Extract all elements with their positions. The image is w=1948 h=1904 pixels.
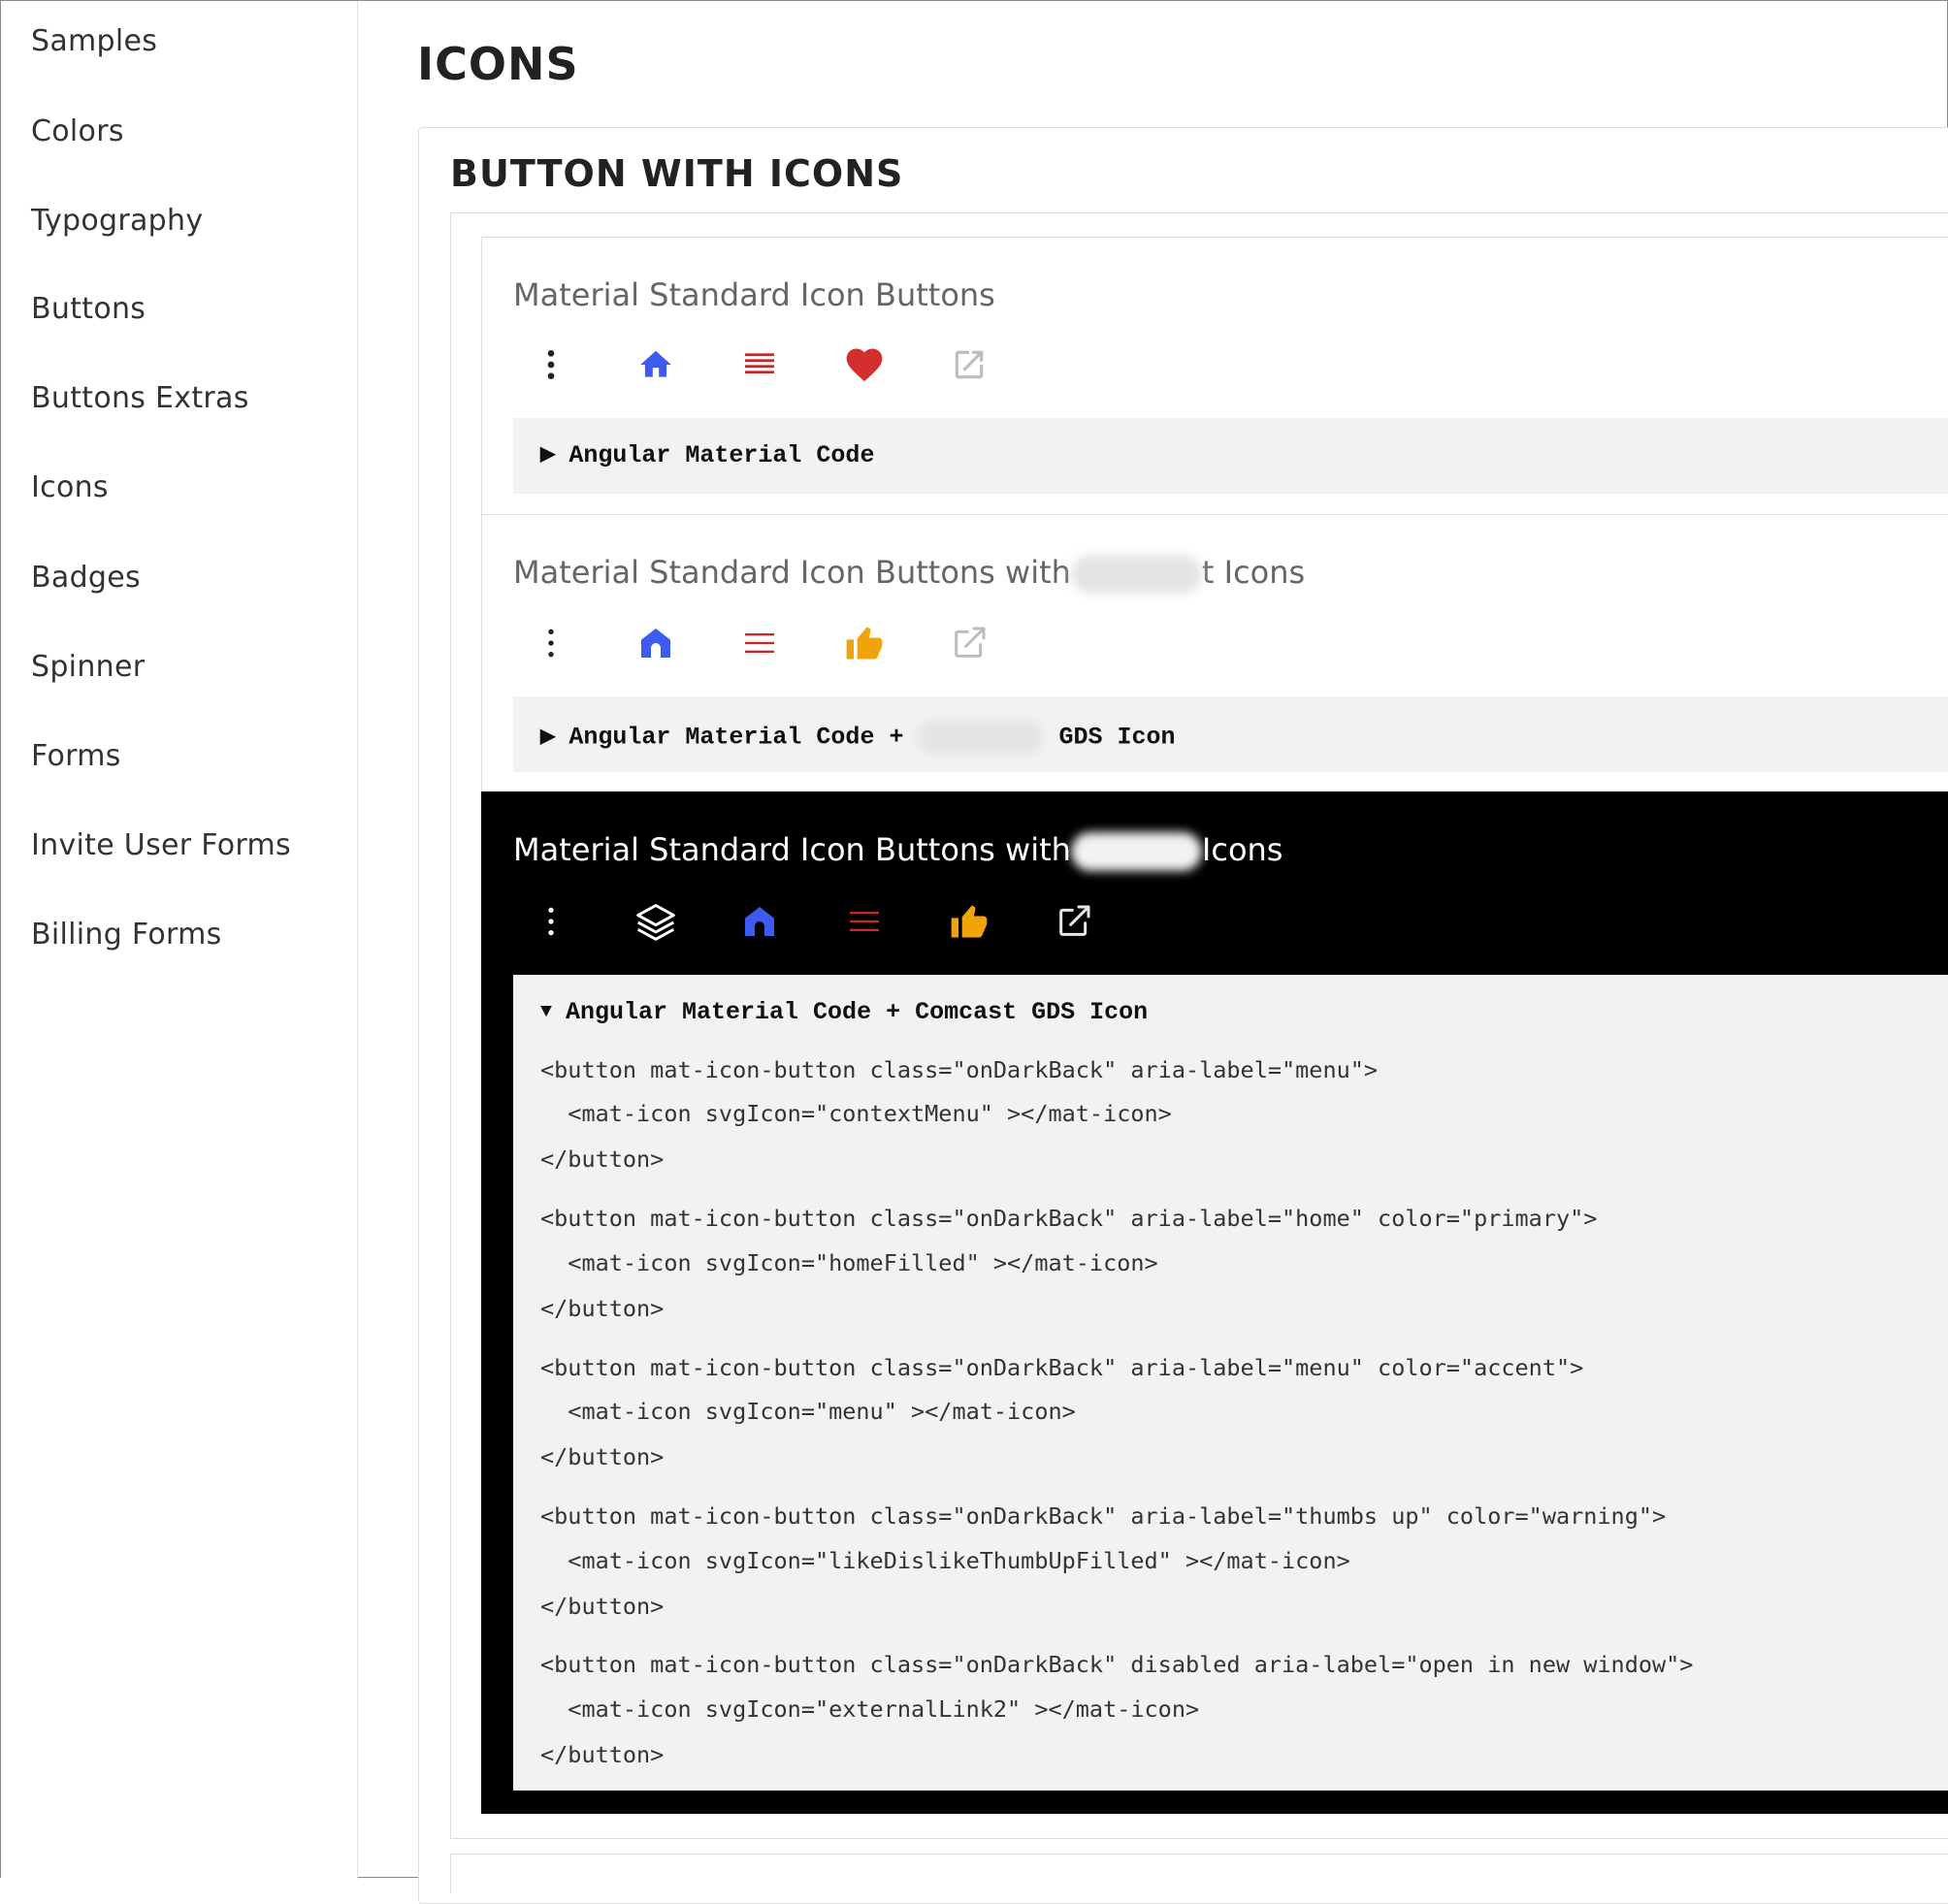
- open-in-new-button[interactable]: [1047, 894, 1101, 949]
- menu-button[interactable]: [837, 894, 892, 949]
- code-summary-toggle[interactable]: ▶ Angular Material Code: [540, 441, 874, 469]
- example-title-end: t Icons: [1201, 554, 1306, 591]
- sidebar-item-typography[interactable]: Typography: [31, 204, 203, 238]
- example-title: Material Standard Icon Buttons with t Ico…: [513, 554, 1305, 594]
- example-title-end: Icons: [1201, 831, 1283, 868]
- code-details-collapsed: ▶ Angular Material Code: [513, 418, 1948, 494]
- thumbs-up-icon: [951, 905, 988, 938]
- page-title: ICONS: [417, 38, 579, 90]
- next-examples-container: [450, 1854, 1948, 1893]
- more-vertical-icon: [548, 629, 554, 658]
- sidebar-item-buttons-extras[interactable]: Buttons Extras: [31, 381, 249, 415]
- code-line: <mat-icon svgIcon="contextMenu" ></mat-i…: [540, 1100, 1172, 1127]
- code-line: <mat-icon svgIcon="externalLink2" ></mat…: [540, 1695, 1200, 1723]
- example-dark-gds-icon-buttons: Material Standard Icon Buttons with Icons…: [481, 791, 1948, 1814]
- more-button[interactable]: [524, 894, 578, 949]
- example-title: Material Standard Icon Buttons with Icons: [513, 831, 1282, 871]
- code-line: <button mat-icon-button class="onDarkBac…: [540, 1354, 1584, 1381]
- sidebar-item-spinner[interactable]: Spinner: [31, 650, 145, 684]
- code-line: <mat-icon svgIcon="menu" ></mat-icon>: [540, 1398, 1076, 1425]
- open-in-new-button[interactable]: [942, 338, 996, 392]
- home-button[interactable]: [629, 616, 683, 670]
- sidebar-item-icons[interactable]: Icons: [31, 470, 109, 504]
- open-in-new-icon: [955, 627, 986, 658]
- collapse-triangle-icon: ▼: [540, 1001, 553, 1023]
- example-standard-icon-buttons: Material Standard Icon Buttons ▶ Angular …: [481, 237, 1948, 516]
- expand-triangle-icon: ▶: [540, 444, 556, 467]
- home-button[interactable]: [732, 894, 787, 949]
- more-button[interactable]: [524, 338, 578, 392]
- thumbs-up-button[interactable]: [942, 894, 996, 949]
- redacted-text: [1070, 555, 1202, 594]
- home-icon: [641, 629, 670, 658]
- menu-icon: [745, 353, 774, 373]
- expand-triangle-icon: ▶: [540, 726, 556, 749]
- more-vertical-icon: [548, 907, 554, 936]
- menu-icon: [850, 912, 879, 931]
- code-line: </button>: [540, 1443, 665, 1470]
- open-in-new-icon: [955, 350, 984, 379]
- thumbs-up-button[interactable]: [837, 616, 892, 670]
- menu-button[interactable]: [732, 616, 787, 670]
- code-line: <button mat-icon-button class="onDarkBac…: [540, 1651, 1694, 1678]
- example-title-start: Material Standard Icon Buttons with: [513, 831, 1071, 868]
- menu-button[interactable]: [732, 338, 787, 392]
- code-line: <button mat-icon-button class="onDarkBac…: [540, 1205, 1598, 1232]
- sidebar: Samples Colors Typography Buttons Button…: [1, 1, 358, 1879]
- code-summary-label: Angular Material Code: [568, 441, 875, 469]
- favorite-heart-icon: [846, 348, 883, 382]
- code-line: <button mat-icon-button class="onDarkBac…: [540, 1056, 1379, 1083]
- code-details-expanded: ▼ Angular Material Code + Comcast GDS Ico…: [513, 975, 1948, 1791]
- redacted-text: [918, 720, 1045, 755]
- code-line: </button>: [540, 1593, 665, 1620]
- more-button[interactable]: [524, 616, 578, 670]
- code-summary-label-end: GDS Icon: [1058, 723, 1176, 752]
- code-line: </button>: [540, 1295, 665, 1322]
- sidebar-item-forms[interactable]: Forms: [31, 739, 121, 773]
- code-summary-toggle[interactable]: ▼ Angular Material Code + Comcast GDS Ico…: [540, 998, 1148, 1026]
- open-in-new-icon: [1059, 905, 1090, 936]
- sidebar-item-colors[interactable]: Colors: [31, 114, 124, 148]
- example-gds-icon-buttons: Material Standard Icon Buttons with t Ico…: [481, 514, 1948, 793]
- code-details-collapsed: ▶ Angular Material Code + GDS Icon: [513, 696, 1948, 772]
- layers-icon: [636, 904, 675, 941]
- home-icon: [745, 907, 774, 936]
- code-line: <button mat-icon-button class="onDarkBac…: [540, 1502, 1667, 1530]
- code-line: <mat-icon svgIcon="likeDislikeThumbUpFil…: [540, 1547, 1350, 1574]
- sidebar-item-invite-user-forms[interactable]: Invite User Forms: [31, 828, 291, 862]
- layers-button[interactable]: [629, 894, 683, 949]
- code-line: </button>: [540, 1146, 665, 1173]
- code-summary-toggle[interactable]: ▶ Angular Material Code + GDS Icon: [540, 720, 1176, 755]
- menu-icon: [745, 633, 774, 653]
- sidebar-item-buttons[interactable]: Buttons: [31, 292, 146, 326]
- sidebar-item-badges[interactable]: Badges: [31, 561, 141, 595]
- redacted-text: [1070, 832, 1202, 871]
- favorite-button[interactable]: [837, 338, 892, 392]
- open-in-new-button[interactable]: [942, 616, 996, 670]
- code-line: <mat-icon svgIcon="homeFilled" ></mat-ic…: [540, 1249, 1158, 1276]
- home-icon: [640, 350, 671, 377]
- more-vertical-icon: [547, 350, 555, 379]
- example-title-start: Material Standard Icon Buttons with: [513, 554, 1071, 591]
- code-summary-label: Angular Material Code + Comcast GDS Icon: [566, 998, 1149, 1026]
- thumbs-up-icon: [846, 627, 883, 660]
- code-line: </button>: [540, 1741, 665, 1768]
- section-title: BUTTON WITH ICONS: [450, 152, 904, 195]
- home-button[interactable]: [629, 338, 683, 392]
- sidebar-item-billing-forms[interactable]: Billing Forms: [31, 918, 222, 952]
- example-title: Material Standard Icon Buttons: [513, 276, 995, 313]
- code-summary-label-start: Angular Material Code +: [568, 723, 904, 752]
- sidebar-item-samples[interactable]: Samples: [31, 24, 157, 58]
